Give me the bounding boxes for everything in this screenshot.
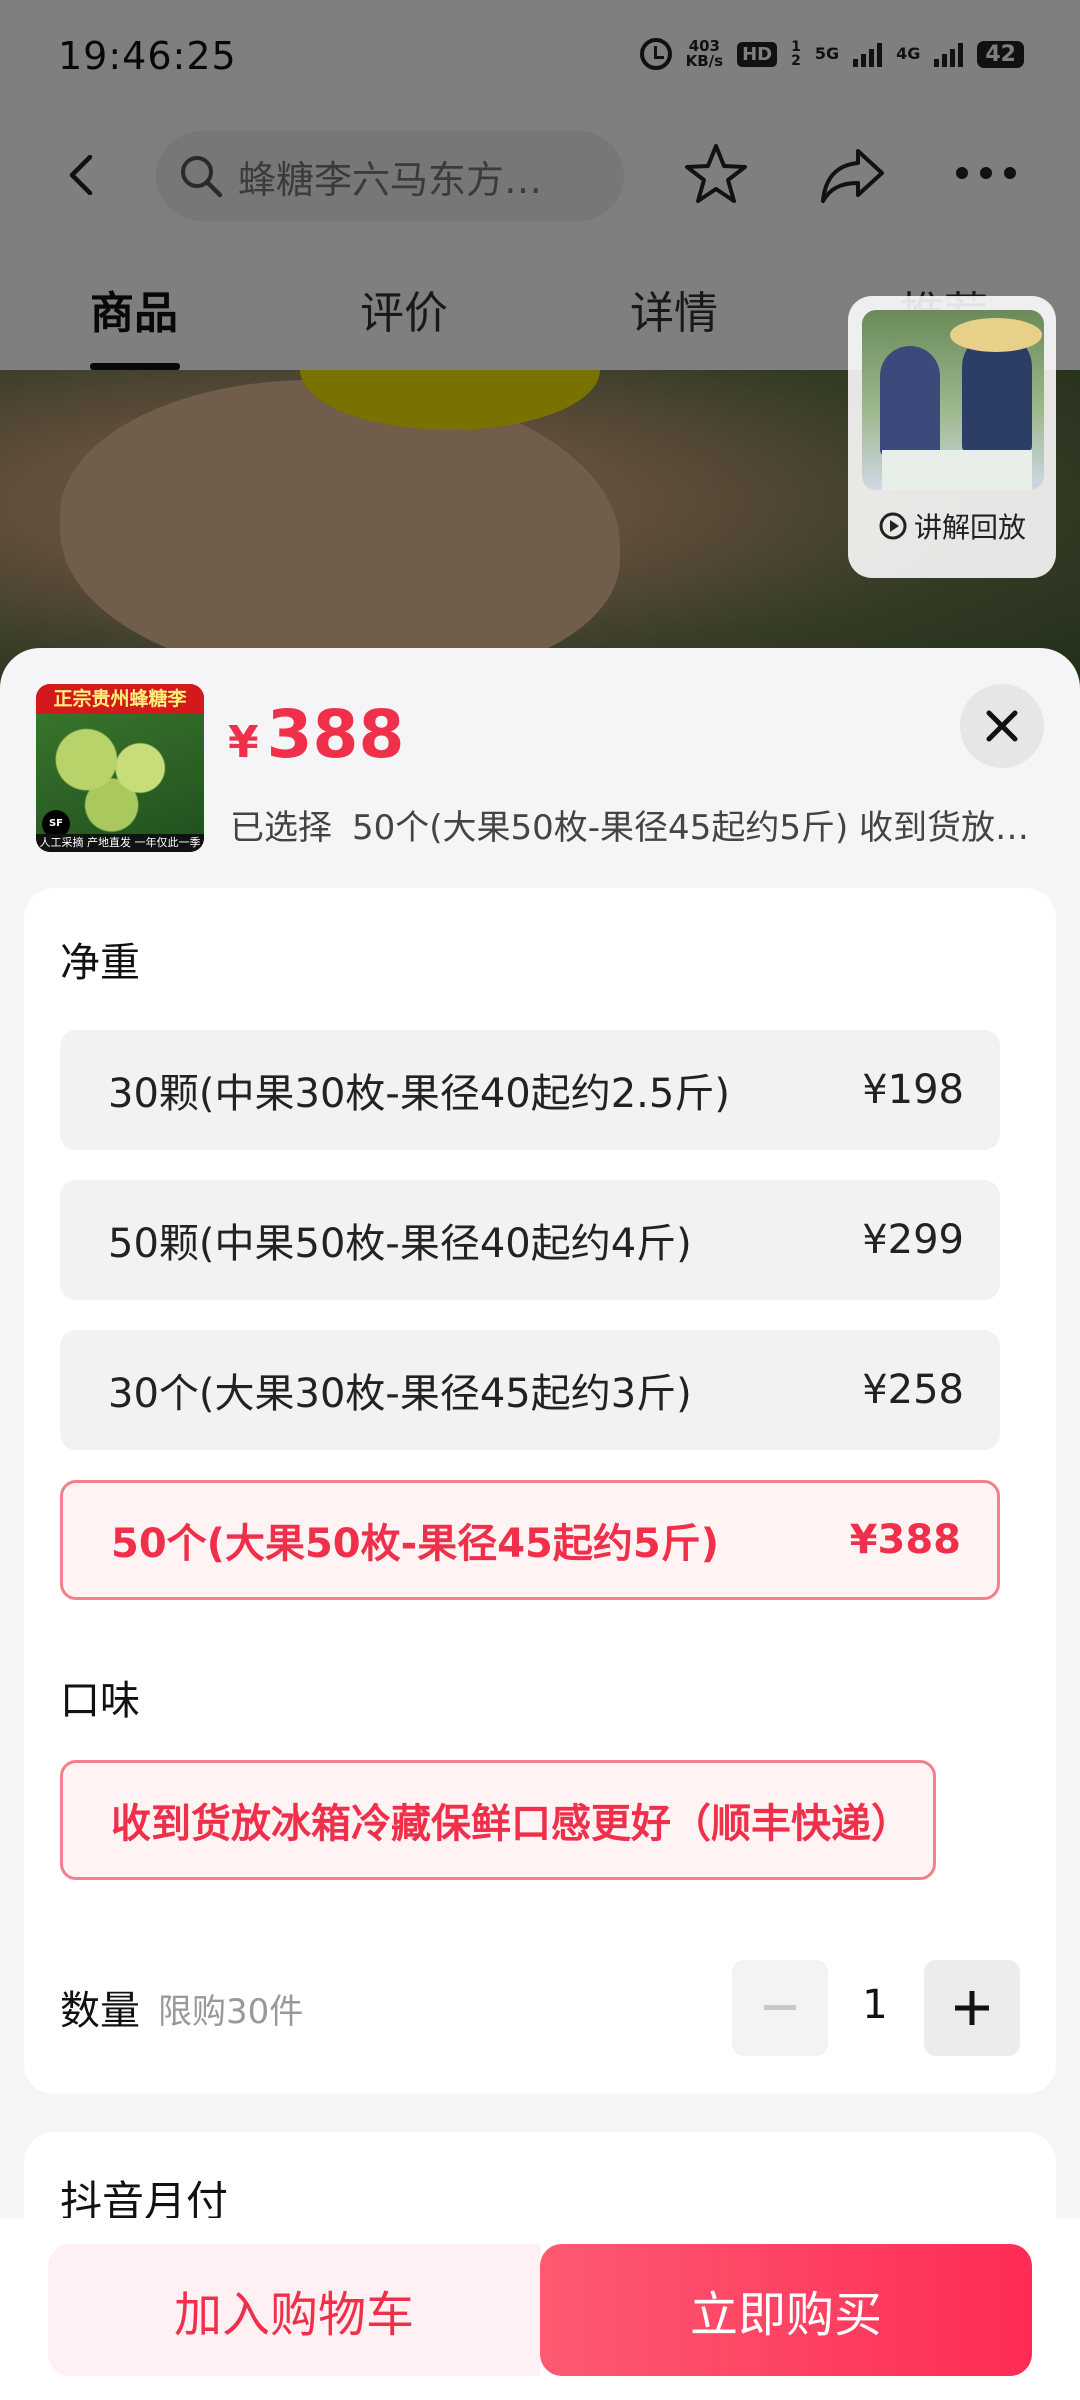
- weight-option-price: ¥388: [849, 1517, 961, 1563]
- plus-icon: [955, 1991, 989, 2025]
- weight-option[interactable]: 30个(大果30枚-果径45起约3斤) ¥258: [60, 1330, 1000, 1450]
- weight-option-label: 50颗(中果50枚-果径40起约4斤): [108, 1221, 692, 1267]
- quantity-increase-button[interactable]: [924, 1960, 1020, 2056]
- product-page-background: 19:46:25 403 KB/s HD 1 2 5G 4G 42: [0, 0, 1080, 700]
- live-replay-label-row: 讲解回放: [862, 506, 1042, 546]
- live-replay-card[interactable]: 讲解回放: [848, 296, 1056, 578]
- price: ¥ 388: [228, 696, 404, 773]
- flavor-option-selected[interactable]: 收到货放冰箱冷藏保鲜口感更好（顺丰快递）: [60, 1760, 936, 1880]
- live-replay-thumbnail: [862, 310, 1044, 490]
- weight-section-title: 净重: [60, 940, 140, 986]
- weight-option-label: 50个(大果50枚-果径45起约5斤): [111, 1521, 719, 1567]
- thumbnail-banner: 正宗贵州蜂糖李: [36, 684, 204, 714]
- quantity-limit: 限购30件: [158, 1992, 304, 2032]
- flavor-section-title: 口味: [60, 1678, 140, 1724]
- live-replay-label: 讲解回放: [913, 511, 1026, 544]
- selected-label: 已选择: [230, 808, 332, 848]
- selected-summary: 已选择 50个(大果50枚-果径45起约5斤) 收到货放冰箱冷藏保鲜口感更好（顺丰…: [230, 800, 1040, 849]
- thumbnail-footer: 人工采摘 产地直发 一年仅此一季: [36, 834, 204, 852]
- play-circle-icon: [879, 512, 907, 540]
- flavor-option-label: 收到货放冰箱冷藏保鲜口感更好（顺丰快递）: [111, 1801, 911, 1847]
- price-currency: ¥: [228, 717, 259, 768]
- weight-option-price: ¥198: [862, 1067, 964, 1113]
- price-value: 388: [266, 696, 405, 773]
- close-icon: [986, 710, 1018, 742]
- weight-option-label: 30个(大果30枚-果径45起约3斤): [108, 1371, 692, 1417]
- sku-selection-sheet: 正宗贵州蜂糖李 SF 人工采摘 产地直发 一年仅此一季 ¥ 388 已选择 50个…: [0, 648, 1080, 2400]
- weight-option[interactable]: 30颗(中果30枚-果径40起约2.5斤) ¥198: [60, 1030, 1000, 1150]
- quantity-decrease-button[interactable]: [732, 1960, 828, 2056]
- add-to-cart-button[interactable]: 加入购物车: [48, 2244, 540, 2376]
- weight-option-selected[interactable]: 50个(大果50枚-果径45起约5斤) ¥388: [60, 1480, 1000, 1600]
- quantity-value[interactable]: 1: [830, 1982, 920, 2028]
- action-bar: 加入购物车 立即购买: [0, 2218, 1080, 2400]
- weight-option-price: ¥299: [862, 1217, 964, 1263]
- quantity-label: 数量: [60, 1988, 140, 2034]
- buy-now-button[interactable]: 立即购买: [540, 2244, 1032, 2376]
- selected-text: 50个(大果50枚-果径45起约5斤) 收到货放冰箱冷藏保鲜口感更好（顺丰快递）: [352, 808, 1040, 848]
- weight-option-label: 30颗(中果30枚-果径40起约2.5斤): [108, 1071, 730, 1117]
- weight-option[interactable]: 50颗(中果50枚-果径40起约4斤) ¥299: [60, 1180, 1000, 1300]
- weight-option-price: ¥258: [862, 1367, 964, 1413]
- product-thumbnail[interactable]: 正宗贵州蜂糖李 SF 人工采摘 产地直发 一年仅此一季: [36, 684, 204, 852]
- minus-icon: [764, 2005, 796, 2010]
- close-button[interactable]: [960, 684, 1044, 768]
- sheet-header: 正宗贵州蜂糖李 SF 人工采摘 产地直发 一年仅此一季 ¥ 388 已选择 50个…: [0, 648, 1080, 888]
- options-card: 净重 30颗(中果30枚-果径40起约2.5斤) ¥198 50颗(中果50枚-…: [24, 888, 1056, 2094]
